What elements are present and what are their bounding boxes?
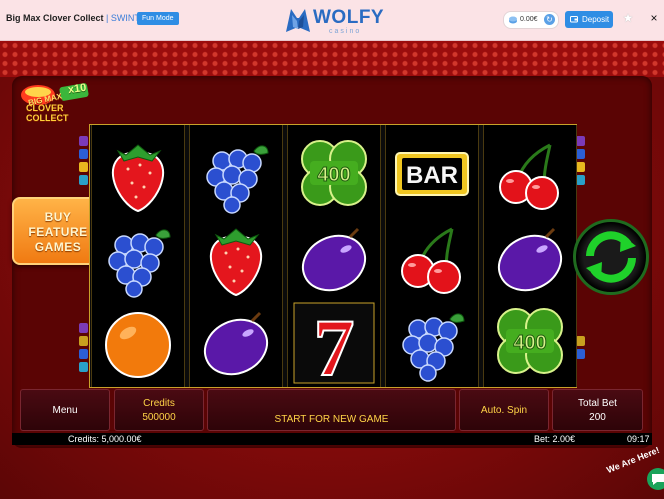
- payline-marker: [79, 136, 88, 146]
- bar-symbol-icon: BAR: [390, 133, 474, 217]
- plum-symbol-icon: [292, 217, 376, 301]
- clover-400-symbol-icon: 400: [488, 301, 572, 385]
- clock: 09:17: [627, 434, 650, 444]
- deposit-label: Deposit: [582, 15, 610, 24]
- title-separator: |: [103, 13, 111, 23]
- reel-5: 400: [483, 125, 577, 387]
- logo-text: WOLFY: [313, 7, 385, 28]
- status-bar: Credits: 5,000.00€ Bet: 2.00€: [12, 433, 652, 445]
- payline-marker: [79, 323, 88, 333]
- payline-marker: [576, 349, 585, 359]
- start-label: START FOR NEW GAME: [274, 414, 389, 425]
- credits-value: 500000: [142, 412, 176, 423]
- grapes-symbol-icon: [194, 133, 278, 217]
- status-credits: Credits: 5,000.00€: [68, 434, 142, 444]
- orange-symbol-icon: [96, 301, 180, 385]
- cherry-symbol-icon: [488, 133, 572, 217]
- auto-spin-button[interactable]: Auto. Spin: [459, 389, 549, 431]
- status-bet: Bet: 2.00€: [534, 434, 576, 444]
- spin-arrows-icon: [586, 231, 636, 283]
- svg-text:400: 400: [317, 164, 350, 186]
- spin-button[interactable]: [573, 219, 649, 295]
- plum-symbol-icon: [194, 301, 278, 385]
- balance-display[interactable]: 0.00€ ↻: [503, 11, 559, 29]
- payline-marker: [79, 336, 88, 346]
- reel-grid: 400 7 BAR 400: [89, 124, 577, 388]
- payline-marker: [79, 175, 88, 185]
- credits-label: Credits: [143, 398, 175, 409]
- slot-game-area: BIG MAX CLOVER COLLECT x10 BUY FEATURE G…: [0, 41, 664, 499]
- strawberry-symbol-icon: [96, 133, 180, 217]
- fun-mode-badge[interactable]: Fun Mode: [137, 12, 179, 25]
- casino-header: Big Max Clover Collect | SWINTT Fun Mode…: [0, 0, 664, 41]
- balance-value: 0.00€: [520, 16, 538, 23]
- payline-marker: [79, 162, 88, 172]
- payline-marker: [576, 149, 585, 159]
- logo-line-3: COLLECT: [26, 113, 69, 123]
- background-lights: [0, 41, 664, 77]
- grapes-symbol-icon: [390, 301, 474, 385]
- logo-multiplier: x10: [67, 81, 88, 97]
- payline-marker: [79, 349, 88, 359]
- live-chat-widget[interactable]: We Are Here!: [603, 445, 664, 499]
- chat-bubble-icon[interactable]: [647, 468, 664, 490]
- strawberry-symbol-icon: [194, 217, 278, 301]
- payline-marker: [576, 136, 585, 146]
- game-logo: BIG MAX CLOVER COLLECT x10: [16, 79, 94, 129]
- coins-icon: [509, 16, 517, 24]
- payline-marker: [79, 362, 88, 372]
- total-bet-button[interactable]: Total Bet 200: [552, 389, 643, 431]
- auto-spin-label: Auto. Spin: [480, 405, 528, 416]
- clover-400-symbol-icon: 400: [292, 133, 376, 217]
- favorite-star-icon[interactable]: ★: [621, 11, 635, 25]
- menu-label: Menu: [52, 405, 78, 416]
- reel-2: [189, 125, 283, 387]
- total-bet-value: 200: [589, 412, 606, 423]
- wallet-icon: [570, 16, 578, 23]
- payline-marker: [79, 149, 88, 159]
- total-bet-label: Total Bet: [578, 398, 617, 409]
- deposit-button[interactable]: Deposit: [565, 11, 613, 28]
- payline-marker: [576, 336, 585, 346]
- logo-line-2: CLOVER: [26, 103, 64, 113]
- game-name: Big Max Clover Collect: [6, 13, 104, 23]
- start-game-button[interactable]: START FOR NEW GAME: [207, 389, 456, 431]
- reel-1: [91, 125, 185, 387]
- wolf-head-icon: [286, 9, 310, 32]
- close-icon[interactable]: ×: [648, 11, 660, 25]
- game-title: Big Max Clover Collect | SWINTT: [6, 13, 145, 23]
- menu-button[interactable]: Menu: [20, 389, 110, 431]
- logo-subtext: casino: [329, 28, 362, 35]
- plum-symbol-icon: [488, 217, 572, 301]
- reel-4: BAR: [385, 125, 479, 387]
- refresh-balance-icon[interactable]: ↻: [544, 14, 555, 25]
- payline-marker: [576, 175, 585, 185]
- seven-symbol-icon: 7: [292, 301, 376, 385]
- grapes-symbol-icon: [96, 217, 180, 301]
- svg-text:400: 400: [513, 332, 546, 354]
- cherry-symbol-icon: [390, 217, 474, 301]
- wolfy-logo[interactable]: WOLFY casino: [283, 5, 385, 37]
- svg-text:7: 7: [314, 302, 355, 385]
- payline-marker: [576, 162, 585, 172]
- svg-text:BAR: BAR: [406, 162, 458, 189]
- credits-panel: Credits 500000: [114, 389, 204, 431]
- reel-3: 400 7: [287, 125, 381, 387]
